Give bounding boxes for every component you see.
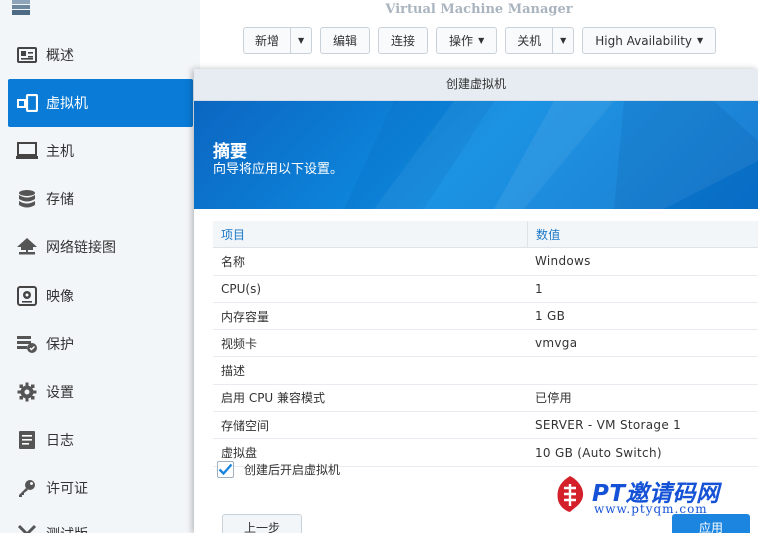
create-vm-dialog: 创建虚拟机 摘要 向导将应用以下设置。 项目 数值 名称 Windows CPU(… xyxy=(194,69,758,533)
row-item: 虚拟盘 xyxy=(221,446,258,461)
row-item: 启用 CPU 兼容模式 xyxy=(221,391,326,406)
table-row: 存储空间 SERVER - VM Storage 1 xyxy=(213,412,758,440)
sidebar-item-label: 许可证 xyxy=(46,481,88,497)
action-menu-label: 操作 xyxy=(449,34,474,48)
sidebar-item-label: 虚拟机 xyxy=(46,96,88,112)
sidebar-item-protection[interactable]: 保护 xyxy=(8,320,193,368)
sidebar-item-beta[interactable]: 测试版 xyxy=(8,510,193,533)
sidebar-item-label: 存储 xyxy=(46,192,74,208)
row-value: 1 GB xyxy=(535,309,566,324)
summary-table-header: 项目 数值 xyxy=(213,221,758,249)
log-icon xyxy=(16,429,38,451)
row-value: 1 xyxy=(535,281,543,296)
sidebar-item-label: 网络链接图 xyxy=(46,240,116,256)
shutdown-button[interactable]: 关机 xyxy=(506,28,554,53)
network-icon xyxy=(16,236,38,258)
sidebar-item-label: 映像 xyxy=(46,289,74,305)
sidebar-item-storage[interactable]: 存储 xyxy=(8,175,193,223)
checkbox-box[interactable] xyxy=(217,461,234,478)
power-on-after-create-checkbox[interactable]: 创建后开启虚拟机 xyxy=(217,461,340,478)
gear-icon xyxy=(16,381,38,403)
database-icon xyxy=(16,188,38,210)
watermark-url: www.ptyqm.com xyxy=(594,502,708,516)
column-header-item: 项目 xyxy=(221,227,246,242)
summary-table: 项目 数值 名称 Windows CPU(s) 1 内存容量 1 GB 视频卡 vmvg… xyxy=(213,221,758,467)
high-availability-label: High Availability xyxy=(595,33,693,48)
sidebar-item-overview[interactable]: 概述 xyxy=(8,31,193,79)
key-icon xyxy=(16,477,38,499)
sidebar-item-settings[interactable]: 设置 xyxy=(8,368,193,416)
row-item: 名称 xyxy=(221,254,246,269)
banner-subtitle: 向导将应用以下设置。 xyxy=(213,162,344,177)
row-item: CPU(s) xyxy=(221,281,262,296)
caret-down-icon: ▼ xyxy=(697,36,704,45)
table-row: 描述 xyxy=(213,357,758,385)
row-value: SERVER - VM Storage 1 xyxy=(535,418,682,433)
sidebar-item-label: 主机 xyxy=(46,144,74,160)
sidebar-item-host[interactable]: 主机 xyxy=(8,127,193,175)
high-availability-menu-button[interactable]: High Availability ▼ xyxy=(582,27,717,54)
row-value: 10 GB (Auto Switch) xyxy=(535,445,662,460)
sidebar-item-license[interactable]: 许可证 xyxy=(8,464,193,512)
checkbox-label: 创建后开启虚拟机 xyxy=(244,463,341,477)
shutdown-split-button: 关机 ▼ xyxy=(505,27,575,54)
create-dropdown-arrow[interactable]: ▼ xyxy=(291,28,311,53)
disk-image-icon xyxy=(16,285,38,307)
window-title: Virtual Machine Manager xyxy=(385,2,573,17)
sidebar-item-label: 概述 xyxy=(46,48,74,64)
checkmark-icon xyxy=(218,463,233,476)
table-row: 启用 CPU 兼容模式 已停用 xyxy=(213,385,758,413)
row-value: vmvga xyxy=(535,336,578,351)
app-icon xyxy=(10,0,32,16)
row-item: 存储空间 xyxy=(221,418,270,433)
table-row: 名称 Windows xyxy=(213,248,758,276)
previous-button[interactable]: 上一步 xyxy=(222,514,302,533)
table-row: 内存容量 1 GB xyxy=(213,303,758,331)
sidebar-item-label: 保护 xyxy=(46,337,74,353)
dialog-title: 创建虚拟机 xyxy=(194,69,758,101)
connect-button[interactable]: 连接 xyxy=(378,27,429,54)
action-menu-button[interactable]: 操作 ▼ xyxy=(436,27,498,54)
row-item: 描述 xyxy=(221,364,246,379)
edit-button[interactable]: 编辑 xyxy=(320,27,371,54)
table-row: CPU(s) 1 xyxy=(213,276,758,303)
sidebar-item-label: 测试版 xyxy=(46,524,88,533)
virtual-machine-icon xyxy=(16,92,38,114)
caret-down-icon: ▼ xyxy=(478,36,485,45)
sidebar-item-image[interactable]: 映像 xyxy=(8,272,193,320)
table-row: 视频卡 vmvga xyxy=(213,330,758,358)
banner-decoration xyxy=(344,101,758,209)
sidebar: 概述 虚拟机 主机 存储 网络链接图 映像 保护 设置 日志 许可证 xyxy=(0,0,200,533)
overview-card-icon xyxy=(16,44,38,66)
shutdown-dropdown-arrow[interactable]: ▼ xyxy=(553,28,573,53)
sidebar-item-network[interactable]: 网络链接图 xyxy=(8,223,193,271)
column-header-value: 数值 xyxy=(527,221,758,248)
sidebar-item-label: 设置 xyxy=(46,385,74,401)
sidebar-item-label: 日志 xyxy=(46,433,74,449)
sidebar-item-log[interactable]: 日志 xyxy=(8,416,193,464)
watermark-logo-icon xyxy=(557,476,584,512)
summary-banner: 摘要 向导将应用以下设置。 xyxy=(194,101,758,209)
watermark: PT邀请码网 www.ptyqm.com xyxy=(550,472,750,522)
create-split-button: 新增 ▼ xyxy=(243,27,313,54)
toolbar: 新增 ▼ 编辑 连接 操作 ▼ 关机 ▼ High Availability ▼ xyxy=(243,27,717,55)
row-value: 已停用 xyxy=(535,391,572,406)
monitor-icon xyxy=(16,140,38,162)
row-value: Windows xyxy=(535,254,591,269)
protection-icon xyxy=(16,333,38,355)
row-item: 内存容量 xyxy=(221,309,270,324)
sidebar-item-virtual-machine[interactable]: 虚拟机 xyxy=(8,79,193,127)
beta-icon xyxy=(16,523,38,533)
create-button[interactable]: 新增 xyxy=(244,28,292,53)
row-item: 视频卡 xyxy=(221,336,258,351)
